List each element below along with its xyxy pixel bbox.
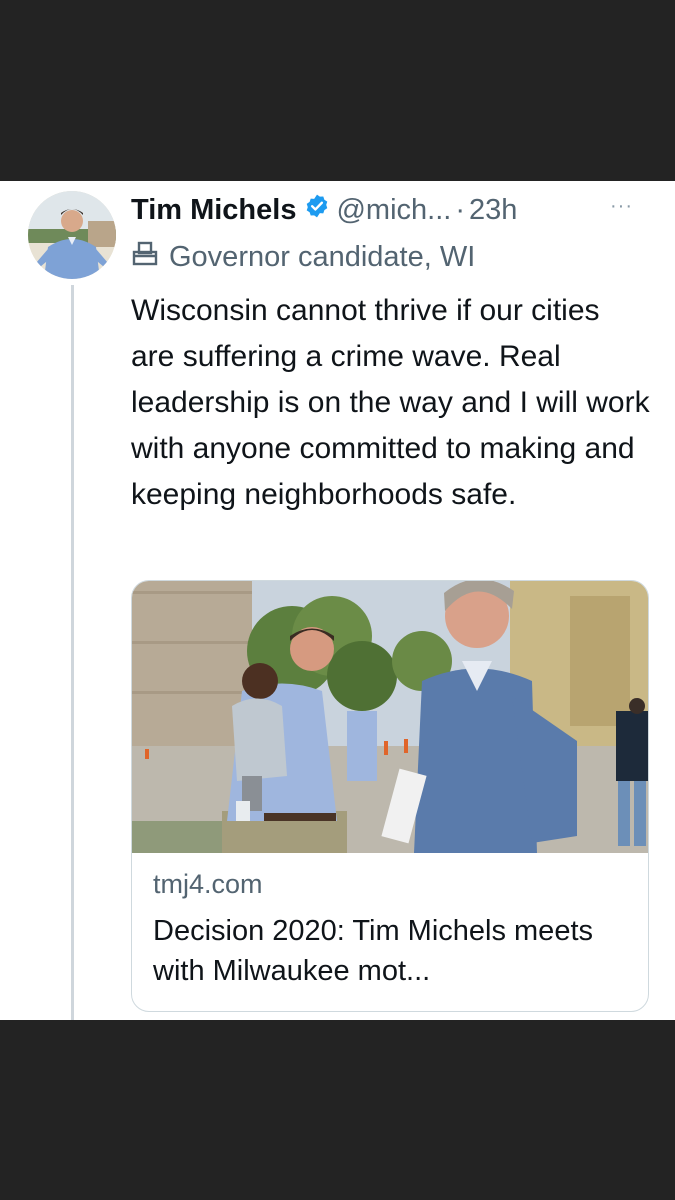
separator-dot: ·: [455, 193, 465, 226]
avatar[interactable]: [28, 191, 116, 279]
tweet-time[interactable]: 23h: [469, 194, 517, 227]
more-dots-icon[interactable]: ···: [610, 195, 633, 218]
ballot-box-icon: [131, 240, 159, 274]
tweet-text: Wisconsin cannot thrive if our cities ar…: [131, 294, 650, 511]
link-preview-card[interactable]: tmj4.com Decision 2020: Tim Michels meet…: [131, 580, 649, 1012]
link-preview-image: [132, 581, 648, 853]
verified-badge-icon: [304, 193, 330, 227]
tweet-header: Tim Michels @mich... · 23h: [131, 192, 517, 228]
account-label-text: Governor candidate, WI: [169, 240, 476, 273]
thread-line: [71, 285, 74, 1020]
link-domain: tmj4.com: [153, 869, 263, 899]
link-title: Decision 2020: Tim Michels meets with Mi…: [153, 915, 593, 987]
account-label: Governor candidate, WI: [131, 240, 475, 274]
author-name[interactable]: Tim Michels: [131, 194, 296, 227]
author-handle[interactable]: @mich...: [336, 194, 451, 227]
